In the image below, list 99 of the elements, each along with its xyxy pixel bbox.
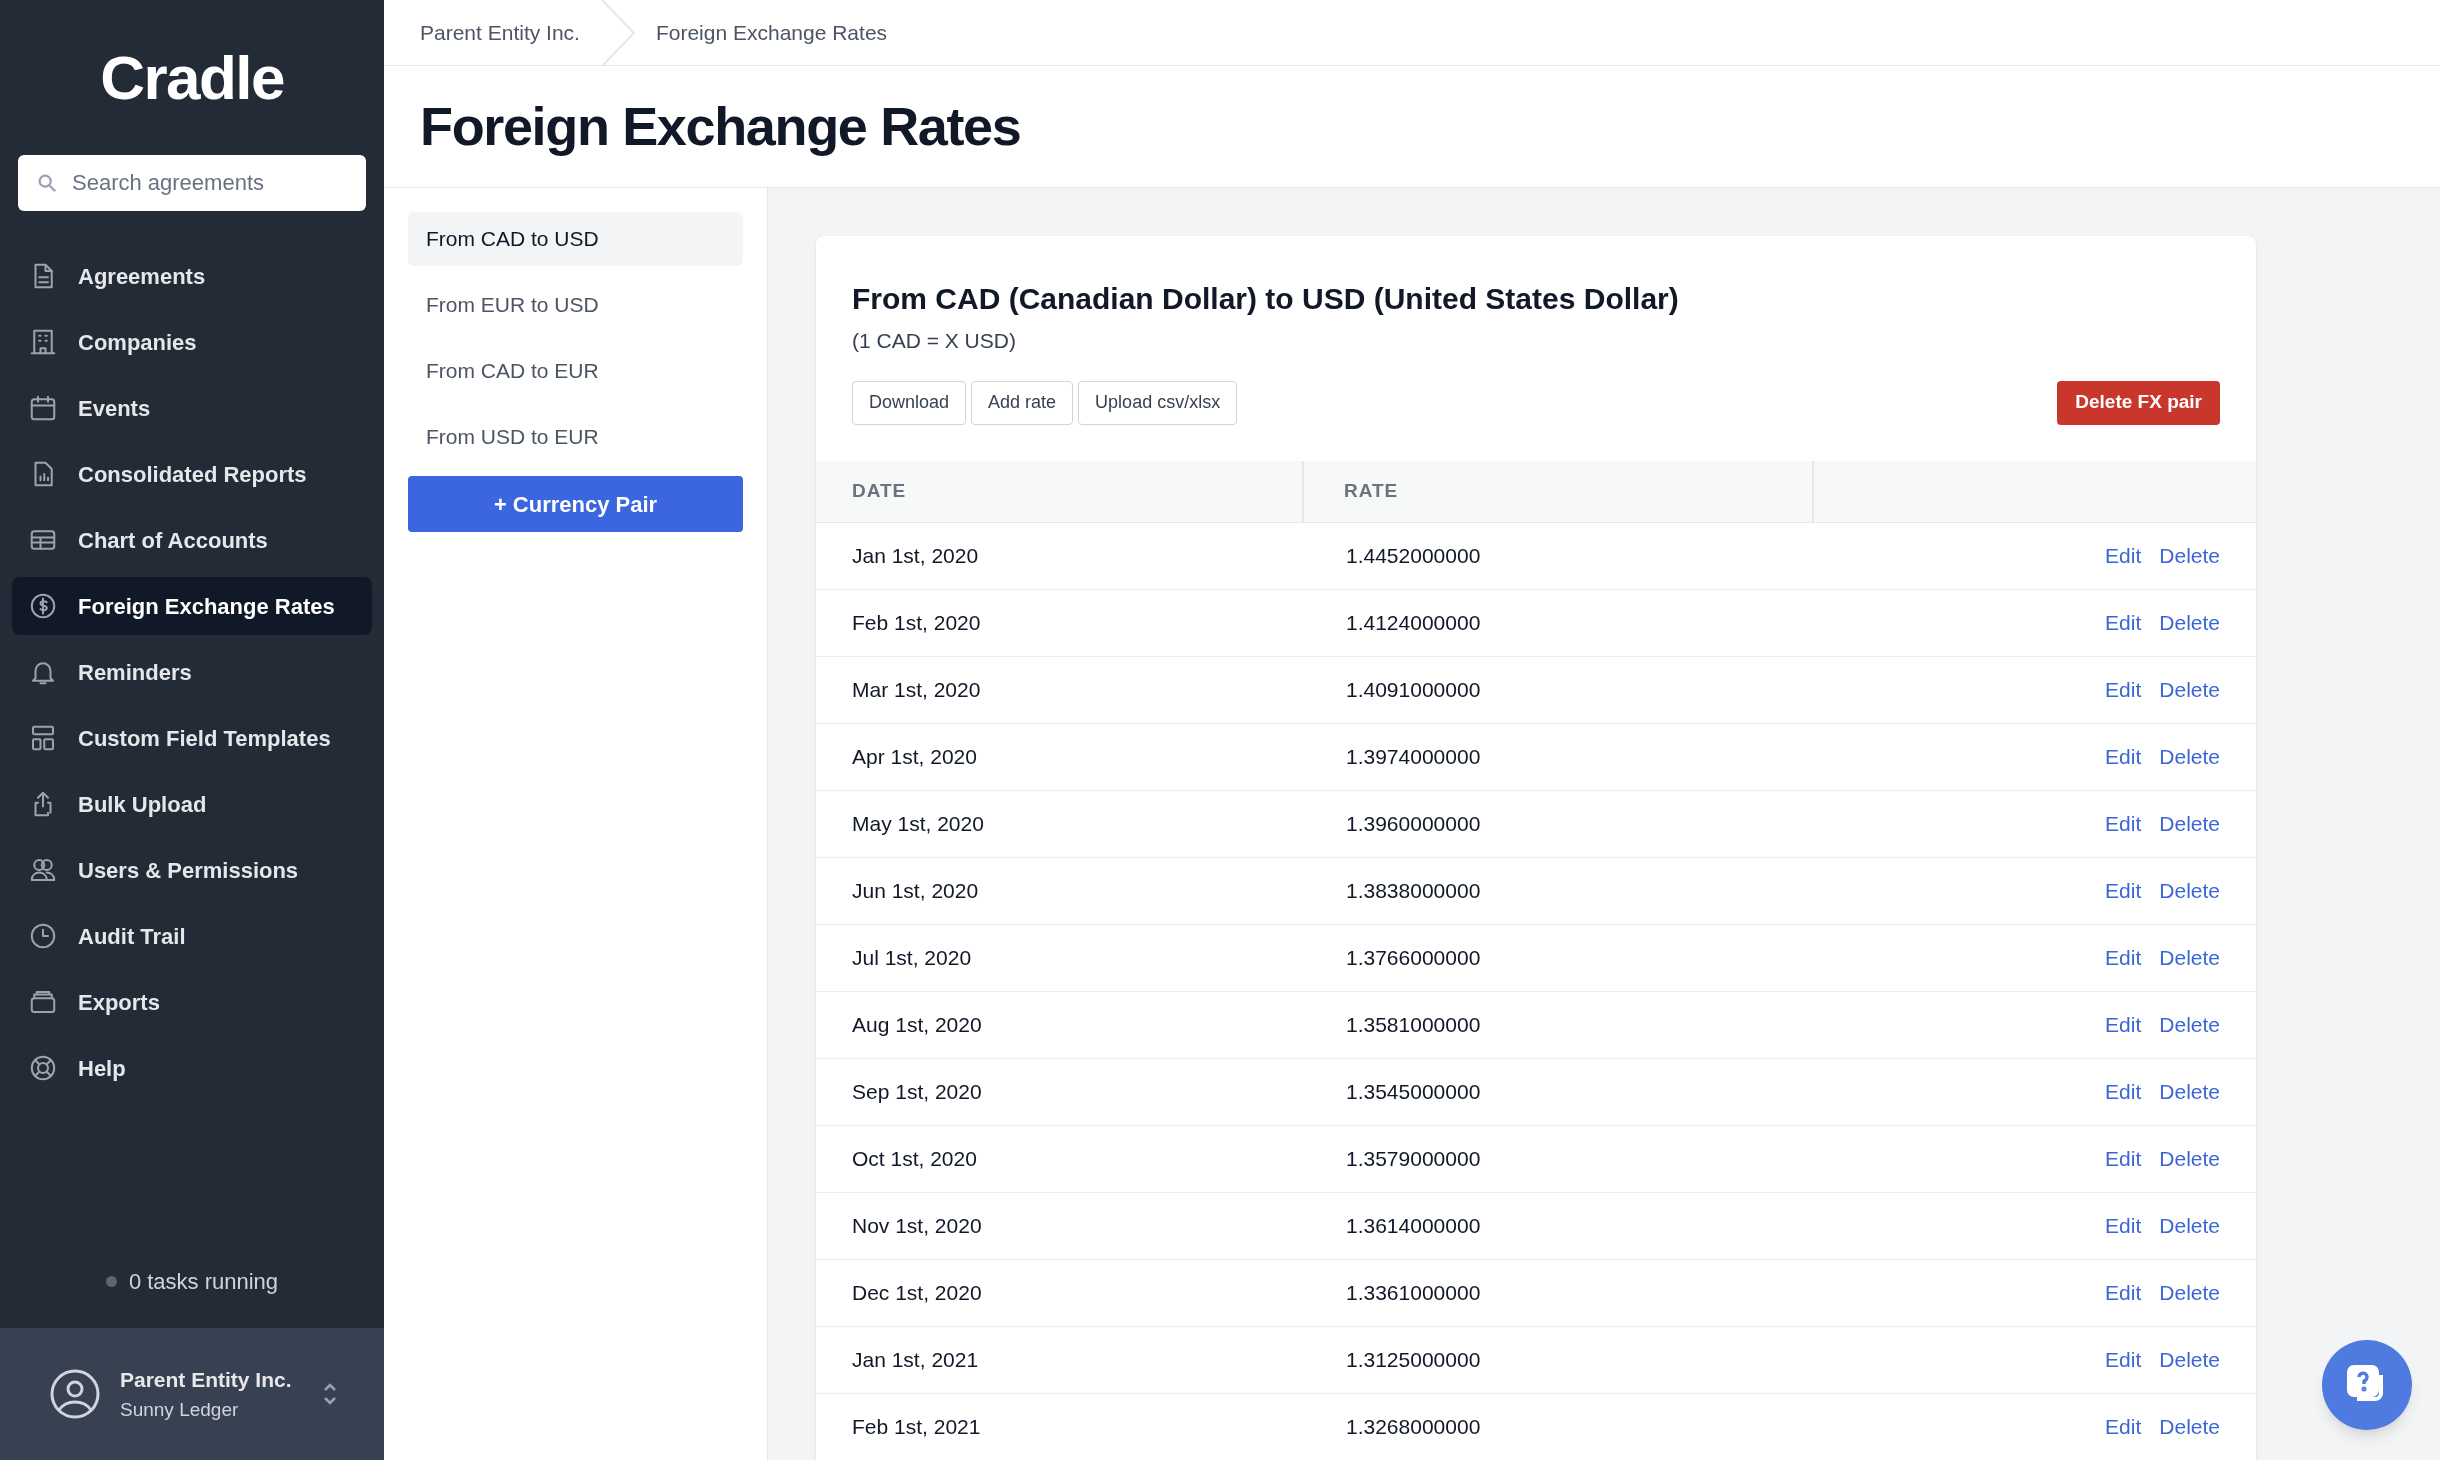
rate-cell-text: 1.3361000000 <box>1345 1279 1482 1306</box>
sidebar-nav-item[interactable]: Help <box>12 1039 372 1097</box>
delete-link[interactable]: Delete <box>2159 1142 2220 1175</box>
rate-cell-text: 1.3581000000 <box>1345 1011 1482 1038</box>
page-title: Foreign Exchange Rates <box>420 95 1021 158</box>
edit-link[interactable]: Edit <box>2105 1075 2142 1108</box>
date-cell-text: Oct 1st, 2020 <box>851 1145 978 1172</box>
rate-cell-text: 1.3125000000 <box>1345 1346 1482 1373</box>
toolbar-button[interactable]: Add rate <box>971 380 1074 425</box>
lifebuoy-icon <box>28 1053 58 1083</box>
date-cell-text: May 1st, 2020 <box>851 810 985 837</box>
edit-link[interactable]: Edit <box>2105 1008 2142 1041</box>
delete-link[interactable]: Delete <box>2159 606 2220 639</box>
edit-link[interactable]: Edit <box>2105 1209 2142 1242</box>
currency-pair-item[interactable]: From CAD to USD <box>408 212 743 266</box>
rate-cell-text: 1.3579000000 <box>1345 1145 1482 1172</box>
delete-link[interactable]: Delete <box>2159 1343 2220 1376</box>
date-cell-text: Jun 1st, 2020 <box>851 877 980 904</box>
rate-cell-text: 1.3268000000 <box>1345 1413 1482 1440</box>
sidebar-nav-item[interactable]: Foreign Exchange Rates <box>12 577 372 635</box>
add-currency-pair-button[interactable]: + Currency Pair <box>408 476 743 532</box>
delete-link[interactable]: Delete <box>2159 1075 2220 1108</box>
rate-cell-text: 1.3545000000 <box>1345 1078 1482 1105</box>
calendar-icon <box>28 393 58 423</box>
edit-link[interactable]: Edit <box>2105 740 2142 773</box>
edit-link[interactable]: Edit <box>2105 1142 2142 1175</box>
sidebar-nav-item[interactable]: Consolidated Reports <box>12 445 372 503</box>
date-cell-text: Nov 1st, 2020 <box>851 1212 983 1239</box>
edit-link[interactable]: Edit <box>2105 1410 2142 1443</box>
delete-link[interactable]: Delete <box>2159 1008 2220 1041</box>
sidebar-nav-item[interactable]: Bulk Upload <box>12 775 372 833</box>
delete-link[interactable]: Delete <box>2159 673 2220 706</box>
account-name: Parent Entity Inc. <box>120 1367 292 1393</box>
card-title: From CAD (Canadian Dollar) to USD (United States Dollar) <box>852 281 1680 317</box>
delete-link[interactable]: Delete <box>2159 1276 2220 1309</box>
sidebar-nav-item[interactable]: Companies <box>12 313 372 371</box>
clock-icon <box>28 921 58 951</box>
edit-link[interactable]: Edit <box>2105 1276 2142 1309</box>
currency-pair-item[interactable]: From USD to EUR <box>408 410 743 464</box>
currency-pair-item[interactable]: From CAD to EUR <box>408 344 743 398</box>
dollar-circle-icon <box>28 591 58 621</box>
building-icon <box>28 327 58 357</box>
delete-link[interactable]: Delete <box>2159 539 2220 572</box>
tasks-status: 0 tasks running <box>128 1268 279 1296</box>
edit-link[interactable]: Edit <box>2105 673 2142 706</box>
sidebar-nav-item[interactable]: Chart of Accounts <box>12 511 372 569</box>
account-switcher[interactable]: Parent Entity Inc. Sunny Ledger <box>0 1328 384 1460</box>
delete-link[interactable]: Delete <box>2159 807 2220 840</box>
sidebar-nav-item[interactable]: Agreements <box>12 247 372 305</box>
rate-cell-text: 1.3614000000 <box>1345 1212 1482 1239</box>
user-name: Sunny Ledger <box>120 1397 240 1422</box>
date-cell-text: Sep 1st, 2020 <box>851 1078 983 1105</box>
date-cell-text: Dec 1st, 2020 <box>851 1279 983 1306</box>
rate-cell-text: 1.4091000000 <box>1345 676 1482 703</box>
card-subtitle: (1 CAD = X USD) <box>852 328 1017 354</box>
delete-link[interactable]: Delete <box>2159 1410 2220 1443</box>
date-cell-text: Feb 1st, 2021 <box>851 1413 982 1440</box>
sidebar-nav-item[interactable]: Exports <box>12 973 372 1031</box>
rate-cell-text: 1.4124000000 <box>1345 609 1482 636</box>
toolbar-button[interactable]: Upload csv/xlsx <box>1078 380 1238 425</box>
date-cell-text: Jul 1st, 2020 <box>851 944 973 971</box>
date-cell-text: Aug 1st, 2020 <box>851 1011 983 1038</box>
sidebar-nav-item[interactable]: Events <box>12 379 372 437</box>
edit-link[interactable]: Edit <box>2105 941 2142 974</box>
delete-link[interactable]: Delete <box>2159 941 2220 974</box>
delete-link[interactable]: Delete <box>2159 740 2220 773</box>
edit-link[interactable]: Edit <box>2105 539 2142 572</box>
breadcrumb-link[interactable]: Foreign Exchange Rates <box>655 16 888 49</box>
sidebar-nav-item[interactable]: Users & Permissions <box>12 841 372 899</box>
edit-link[interactable]: Edit <box>2105 606 2142 639</box>
currency-pair-item[interactable]: From EUR to USD <box>408 278 743 332</box>
user-avatar-icon <box>50 1369 100 1419</box>
column-header: DATE <box>852 478 907 503</box>
delete-link[interactable]: Delete <box>2159 1209 2220 1242</box>
date-cell-text: Jan 1st, 2021 <box>851 1346 980 1373</box>
date-cell-text: Feb 1st, 2020 <box>851 609 982 636</box>
edit-link[interactable]: Edit <box>2105 807 2142 840</box>
date-cell-text: Apr 1st, 2020 <box>851 743 978 770</box>
sidebar-nav-item[interactable]: Audit Trail <box>12 907 372 965</box>
breadcrumb-link[interactable]: Parent Entity Inc. <box>420 16 580 49</box>
toolbar-button[interactable]: Download <box>852 380 967 425</box>
sidebar-nav-item[interactable]: Reminders <box>12 643 372 701</box>
column-header: RATE <box>1344 478 1399 503</box>
rate-cell-text: 1.3974000000 <box>1345 743 1482 770</box>
edit-link[interactable]: Edit <box>2105 1343 2142 1376</box>
rate-cell-text: 1.4452000000 <box>1345 542 1482 569</box>
search-icon <box>36 172 58 194</box>
search-field[interactable]: Search agreements <box>18 155 366 211</box>
rate-cell-text: 1.3838000000 <box>1345 877 1482 904</box>
rate-cell-text: 1.3766000000 <box>1345 944 1482 971</box>
date-cell-text: Mar 1st, 2020 <box>851 676 982 703</box>
edit-link[interactable]: Edit <box>2105 874 2142 907</box>
date-cell-text: Jan 1st, 2020 <box>851 542 980 569</box>
delete-link[interactable]: Delete <box>2159 874 2220 907</box>
chevron-up-down-icon <box>321 1381 338 1407</box>
delete-fx-pair-button[interactable]: Delete FX pair <box>2057 380 2220 425</box>
logo: Cradle <box>100 42 284 114</box>
rate-cell-text: 1.3960000000 <box>1345 810 1482 837</box>
sidebar-nav-item[interactable]: Custom Field Templates <box>12 709 372 767</box>
